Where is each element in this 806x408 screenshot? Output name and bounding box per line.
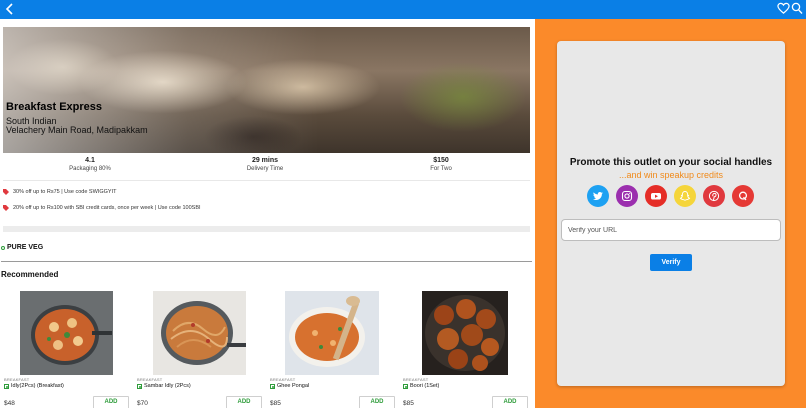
- youtube-icon: [651, 193, 661, 200]
- offer-text: 20% off up to Rs100 with SBI credit card…: [13, 205, 201, 211]
- menu-item-category: BREAKFAST: [137, 377, 163, 382]
- restaurant-details-pane: Breakfast Express South Indian Velachery…: [0, 19, 535, 408]
- stat-label: Packaging 80%: [69, 166, 111, 172]
- search-icon[interactable]: [791, 2, 803, 15]
- veg-indicator-icon: [4, 383, 9, 389]
- menu-item-card: BREAKFAST Boori (1Set) $85 ADD: [400, 291, 530, 408]
- menu-item-price: $85: [270, 400, 281, 407]
- menu-item-name-text: Sambar Idly (2Pcs): [144, 383, 191, 389]
- chevron-left-icon[interactable]: [4, 1, 16, 17]
- twitter-icon: [593, 192, 603, 200]
- instagram-icon: [621, 190, 633, 202]
- menu-item-image: [422, 291, 508, 375]
- offer-item: 20% off up to Rs100 with SBI credit card…: [3, 205, 201, 211]
- pure-veg-badge: PURE VEG: [1, 244, 43, 251]
- snapchat-button[interactable]: [674, 185, 696, 207]
- menu-item-name: Idly(2Pcs) (Breakfast): [4, 383, 64, 389]
- menu-item-name: Sambar Idly (2Pcs): [137, 383, 191, 389]
- menu-item-image: [285, 291, 379, 375]
- menu-item-price: $48: [4, 400, 15, 407]
- menu-item-card: BREAKFAST Ghee Pongal $85 ADD: [267, 291, 397, 408]
- promo-subtitle: ...and win speakup credits: [618, 170, 724, 180]
- promo-panel: Promote this outlet on your social handl…: [535, 19, 806, 408]
- stat-rating: 4.1 Packaging 80%: [30, 157, 150, 172]
- add-button[interactable]: ADD: [492, 396, 528, 408]
- verify-button[interactable]: Verify: [650, 254, 692, 271]
- menu-item-category: BREAKFAST: [4, 377, 30, 382]
- quora-button[interactable]: [732, 185, 754, 207]
- stat-value: 4.1: [85, 157, 95, 164]
- restaurant-name: Breakfast Express: [6, 101, 103, 113]
- stat-delivery-time: 29 mins Delivery Time: [205, 157, 325, 172]
- menu-item-price: $85: [403, 400, 414, 407]
- twitter-button[interactable]: [587, 185, 609, 207]
- menu-item-name: Ghee Pongal: [270, 383, 309, 389]
- stat-value: $150: [433, 157, 449, 164]
- menu-item-card: BREAKFAST Sambar Idly (2Pcs) $70 ADD: [134, 291, 264, 408]
- stat-label: Delivery Time: [246, 166, 284, 172]
- restaurant-location: Velachery Main Road, Madipakkam: [6, 125, 148, 135]
- pinterest-button[interactable]: [703, 185, 725, 207]
- menu-item-image: [20, 291, 113, 375]
- offer-tag-icon: [3, 205, 9, 211]
- menu-item-card: BREAKFAST Idly(2Pcs) (Breakfast) $48 ADD: [1, 291, 131, 408]
- youtube-button[interactable]: [645, 185, 667, 207]
- veg-indicator-icon: [270, 383, 275, 389]
- menu-item-name-text: Idly(2Pcs) (Breakfast): [11, 383, 64, 389]
- heart-icon[interactable]: [777, 2, 790, 15]
- quora-icon: [738, 191, 748, 201]
- menu-item-name-text: Ghee Pongal: [277, 383, 310, 389]
- divider: [1, 261, 532, 262]
- menu-item-category: BREAKFAST: [270, 377, 296, 382]
- stat-value: 29 mins: [251, 157, 279, 164]
- menu-item-name: Boori (1Set): [403, 383, 439, 389]
- menu-item-image: [153, 291, 246, 375]
- section-separator: [3, 226, 530, 232]
- restaurant-hero-banner: Breakfast Express South Indian Velachery…: [3, 27, 530, 153]
- veg-dot-icon: [1, 245, 5, 250]
- offer-tag-icon: [3, 189, 9, 195]
- stat-label: For Two: [430, 166, 452, 172]
- restaurant-stats: 4.1 Packaging 80% 29 mins Delivery Time …: [0, 157, 535, 179]
- instagram-button[interactable]: [616, 185, 638, 207]
- add-button[interactable]: ADD: [359, 396, 395, 408]
- offer-item: 30% off up to Rs75 | Use code SWIGGYIT: [3, 189, 116, 195]
- add-button[interactable]: ADD: [93, 396, 129, 408]
- pure-veg-label: PURE VEG: [7, 244, 44, 251]
- veg-indicator-icon: [137, 383, 142, 389]
- offer-text: 30% off up to Rs75 | Use code SWIGGYIT: [13, 189, 117, 195]
- menu-item-price: $70: [137, 400, 148, 407]
- verify-url-input[interactable]: [561, 219, 781, 241]
- snapchat-icon: [679, 191, 691, 201]
- add-button[interactable]: ADD: [226, 396, 262, 408]
- promo-title: Promote this outlet on your social handl…: [569, 157, 773, 168]
- menu-item-name-text: Boori (1Set): [410, 383, 440, 389]
- pinterest-icon: [708, 190, 720, 202]
- top-app-bar: [0, 0, 806, 19]
- stat-cost-for-two: $150 For Two: [381, 157, 501, 172]
- veg-indicator-icon: [403, 383, 408, 389]
- promo-card: Promote this outlet on your social handl…: [557, 41, 785, 386]
- menu-item-category: BREAKFAST: [403, 377, 429, 382]
- divider: [3, 180, 530, 181]
- recommended-heading: Recommended: [1, 270, 59, 279]
